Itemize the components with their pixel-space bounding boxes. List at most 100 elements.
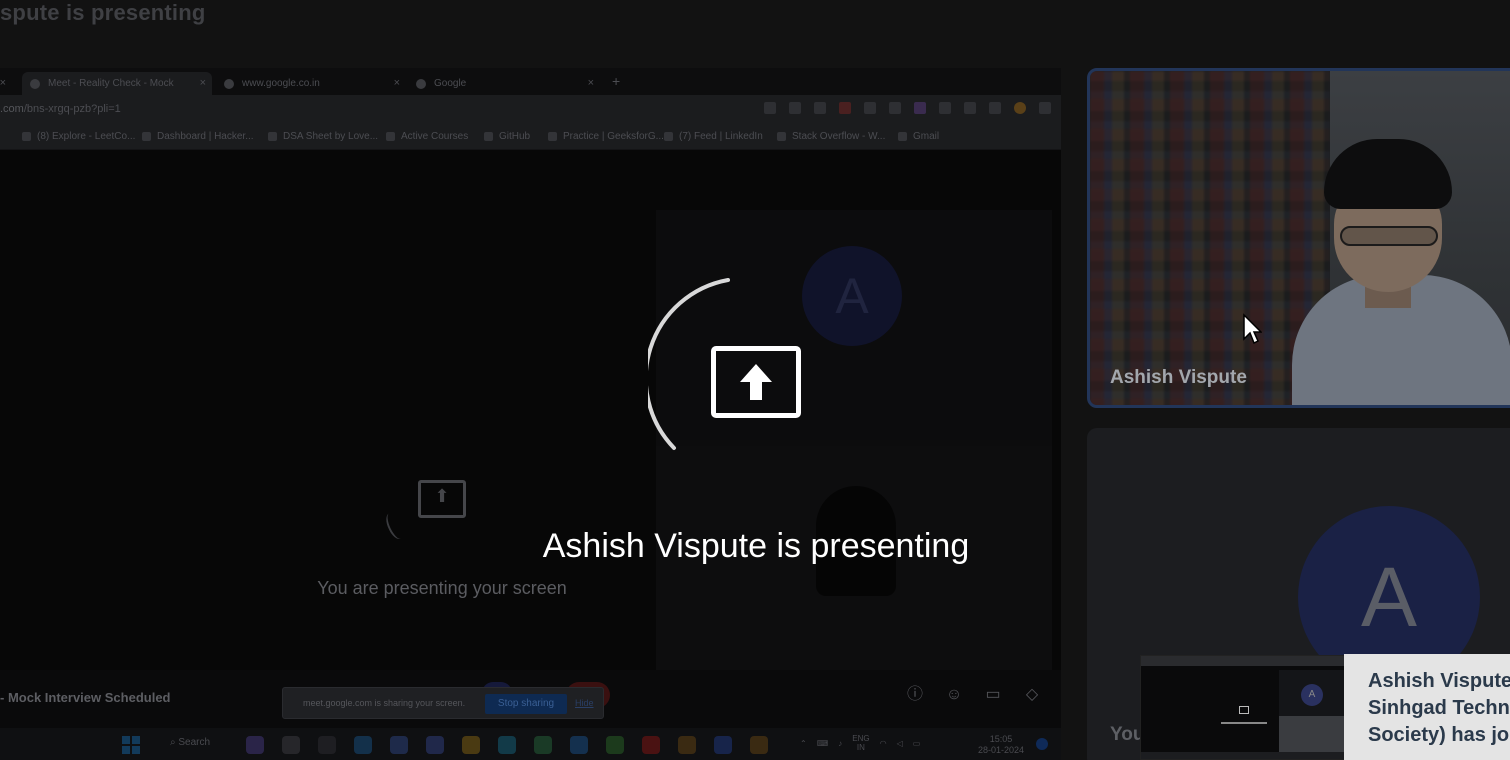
bookmark-linkedin[interactable]: (7) Feed | LinkedIn	[664, 131, 763, 142]
inner-avatar: A	[802, 246, 902, 346]
camera-icon[interactable]	[764, 102, 776, 114]
discord-icon[interactable]	[390, 736, 408, 754]
url-text[interactable]: .com/bns-xrgq-pzb?pli=1	[0, 103, 121, 115]
presenting-self-text: You are presenting your screen	[317, 578, 567, 598]
extension-purple-icon[interactable]	[914, 102, 926, 114]
app-green-icon[interactable]	[606, 736, 624, 754]
github-icon	[484, 132, 493, 141]
app-icon[interactable]	[318, 736, 336, 754]
inner-meet-content: A You are presenting your screen	[0, 150, 1061, 670]
tab-google-co-in[interactable]: www.google.co.in ×	[216, 72, 406, 95]
tab-close-icon[interactable]: ×	[0, 77, 6, 89]
present-screen-icon	[711, 346, 801, 418]
taskbar-clock[interactable]: 15:05 28-01-2024	[978, 734, 1024, 756]
extension-green-icon[interactable]	[889, 102, 901, 114]
bookmarks-bar: (8) Explore - LeetCo... Dashboard | Hack…	[0, 125, 1061, 150]
teams-icon[interactable]	[246, 736, 264, 754]
meet-favicon-icon	[30, 78, 40, 89]
hackerrank-icon	[142, 132, 151, 141]
windows-start-icon[interactable]	[122, 736, 140, 754]
bookmark-dsa-sheet[interactable]: DSA Sheet by Love...	[268, 131, 378, 142]
bookmark-geeksforgeeks[interactable]: Practice | GeeksforG...	[548, 131, 664, 142]
terminal-icon[interactable]	[282, 736, 300, 754]
address-bar[interactable]: .com/bns-xrgq-pzb?pli=1	[0, 95, 1061, 125]
stop-sharing-button[interactable]: Stop sharing	[485, 694, 567, 714]
meeting-name: - Mock Interview Scheduled	[0, 690, 171, 705]
chrome-icon[interactable]	[678, 736, 696, 754]
thumb-avatar: A	[1301, 684, 1323, 706]
participant-glasses	[1340, 226, 1438, 246]
system-tray: ⌃ ⌨ ♪ ENG IN ◠ ◁ ▭	[800, 734, 920, 752]
tab-partial[interactable]: ×	[0, 72, 12, 95]
tab-meet[interactable]: Meet - Reality Check - Mock ×	[22, 72, 212, 95]
chrome-profile-icon[interactable]	[750, 736, 768, 754]
extension-red-icon[interactable]	[839, 102, 851, 114]
new-tab-button[interactable]: +	[612, 73, 620, 89]
bookmark-gmail[interactable]: Gmail	[898, 131, 939, 142]
notification-center-icon[interactable]	[1036, 738, 1048, 750]
wifi-icon[interactable]: ◠	[880, 739, 887, 748]
join-notification[interactable]: Ashish Vispute Sinhgad Techn Society) ha…	[1344, 654, 1510, 760]
share-icon[interactable]	[789, 102, 801, 114]
tab-google[interactable]: Google ×	[408, 72, 600, 95]
battery-icon[interactable]: ▭	[913, 739, 921, 748]
notification-line: Ashish Vispute	[1368, 670, 1510, 692]
bookmark-leetcode[interactable]: (8) Explore - LeetCo...	[22, 131, 135, 142]
tab-close-icon[interactable]: ×	[588, 77, 594, 89]
bookmark-github[interactable]: GitHub	[484, 131, 530, 142]
screen: spute is presenting × Meet - Reality Che…	[0, 0, 1510, 760]
keyboard-icon[interactable]: ⌨	[817, 739, 829, 748]
vscode-icon[interactable]	[570, 736, 588, 754]
microphone-icon[interactable]: ♪	[838, 739, 842, 748]
screen-share-bar: meet.google.com is sharing your screen. …	[282, 687, 604, 719]
present-screen-icon-thumb	[1239, 706, 1249, 714]
extension-grid-icon[interactable]	[939, 102, 951, 114]
monitor-icon[interactable]	[354, 736, 372, 754]
bookmark-active-courses[interactable]: Active Courses	[386, 131, 468, 142]
tab-label: www.google.co.in	[242, 78, 320, 89]
bookmark-stackoverflow[interactable]: Stack Overflow - W...	[777, 131, 885, 142]
side-panel-icon[interactable]	[989, 102, 1001, 114]
share-notice-text: meet.google.com is sharing your screen.	[303, 698, 466, 708]
profile-avatar-icon[interactable]	[1014, 102, 1026, 114]
linkedin-icon	[664, 132, 673, 141]
globe-icon	[224, 78, 234, 89]
settings-icon[interactable]	[426, 736, 444, 754]
whatsapp-icon[interactable]	[534, 736, 552, 754]
chat-icon[interactable]: ▭	[984, 686, 1002, 704]
taskbar-search[interactable]: ⌕ Search	[170, 737, 210, 748]
extension-icon[interactable]	[864, 102, 876, 114]
upload-arrow-icon	[740, 364, 772, 400]
activities-icon[interactable]: ◇	[1023, 686, 1041, 704]
gmail-icon	[898, 132, 907, 141]
tab-close-icon[interactable]: ×	[394, 77, 400, 89]
google-favicon-icon	[416, 78, 426, 89]
star-icon[interactable]	[814, 102, 826, 114]
windows-taskbar: ⌕ Search ⌃ ⌨ ♪ ENG IN ◠ ◁ ▭ 15:05 28-01-…	[0, 728, 1061, 760]
info-icon[interactable]: ⓘ	[906, 686, 924, 704]
tab-close-icon[interactable]: ×	[200, 77, 206, 89]
mouse-cursor-icon	[1243, 313, 1262, 345]
tab-label: Meet - Reality Check - Mock	[48, 78, 174, 89]
gfg-icon	[548, 132, 557, 141]
hide-link[interactable]: Hide	[575, 698, 594, 708]
bookmark-hackerrank[interactable]: Dashboard | Hacker...	[142, 131, 254, 142]
edge-icon[interactable]	[498, 736, 516, 754]
stackoverflow-icon	[777, 132, 786, 141]
participant-name: Ashish Vispute	[1110, 367, 1247, 388]
document-icon[interactable]	[714, 736, 732, 754]
chevron-up-icon[interactable]: ⌃	[800, 739, 807, 748]
toolbar-icons	[764, 102, 1051, 114]
people-icon[interactable]: ☺	[945, 686, 963, 704]
puzzle-icon[interactable]	[964, 102, 976, 114]
kebab-menu-icon[interactable]	[1039, 102, 1051, 114]
bookmark-icon	[268, 132, 277, 141]
language-indicator[interactable]: ENG IN	[852, 734, 869, 752]
youtube-icon[interactable]	[642, 736, 660, 754]
notification-line: Society) has jo	[1368, 724, 1510, 746]
notification-line: Sinhgad Techn	[1368, 697, 1510, 719]
file-explorer-icon[interactable]	[462, 736, 480, 754]
browser-tab-bar: × Meet - Reality Check - Mock × www.goog…	[0, 68, 1061, 95]
volume-icon[interactable]: ◁	[897, 739, 903, 748]
tab-label: Google	[434, 78, 467, 89]
